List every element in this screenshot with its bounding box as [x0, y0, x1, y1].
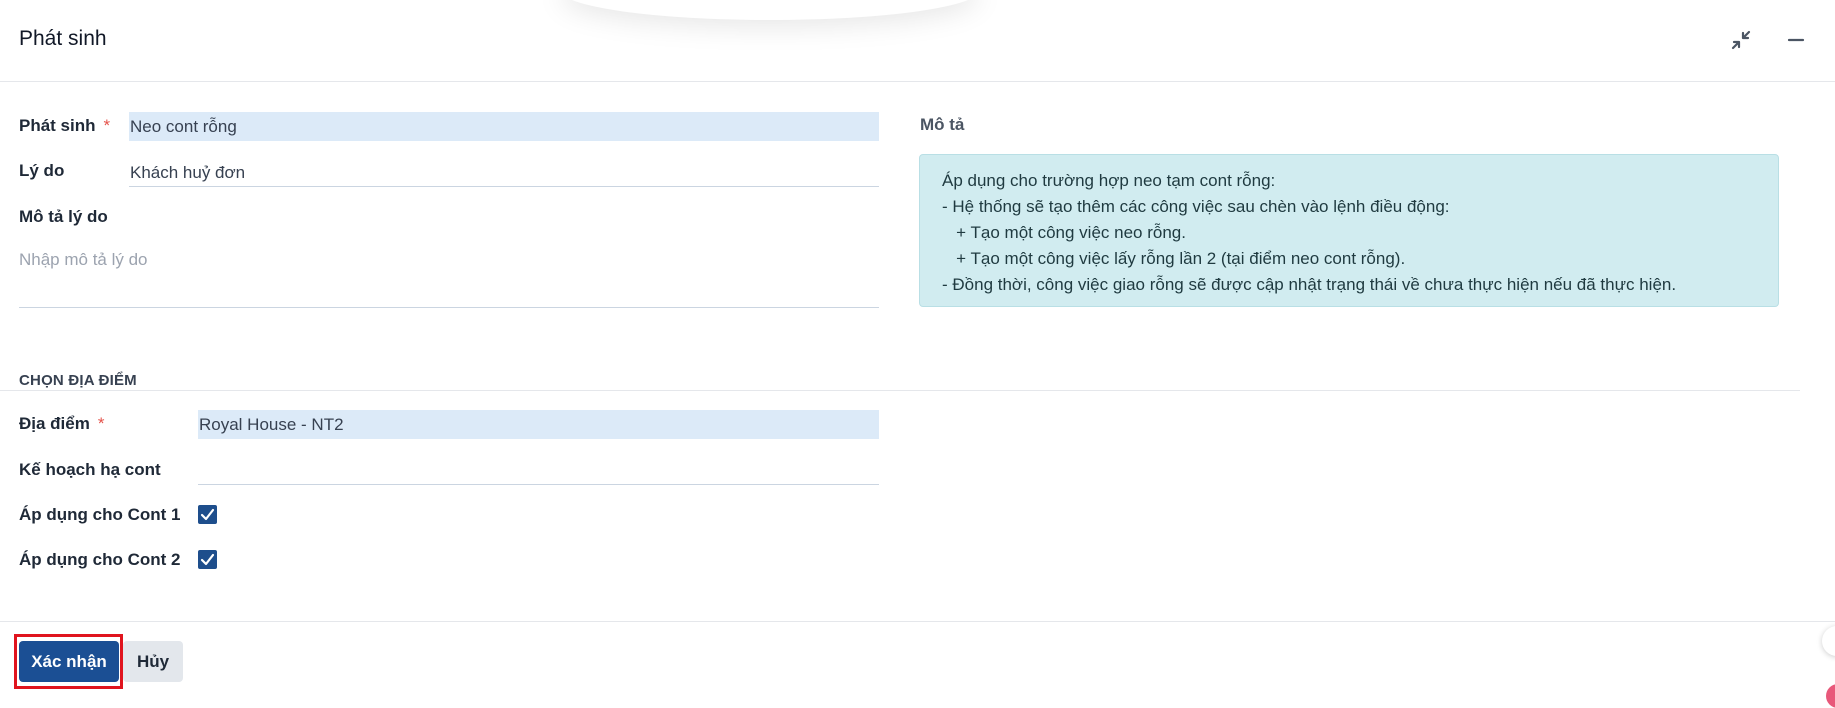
phat-sinh-select[interactable]: [129, 112, 879, 141]
required-marker: *: [97, 414, 105, 433]
floating-chat-bubble[interactable]: [1826, 684, 1835, 708]
checkmark-icon: [200, 508, 215, 521]
ke-hoach-ha-cont-label: Kế hoạch hạ cont: [19, 460, 161, 479]
footer-divider: [0, 621, 1835, 622]
description-info-box: Áp dụng cho trường hợp neo tạm cont rỗng…: [919, 154, 1779, 307]
floating-edge-button[interactable]: [1822, 626, 1835, 656]
description-line: - Hệ thống sẽ tạo thêm các công việc sau…: [942, 197, 1450, 216]
dia-diem-label: Địa điểm *: [19, 414, 105, 433]
dia-diem-select[interactable]: [198, 410, 879, 439]
description-line: + Tạo một công việc neo rỗng.: [942, 223, 1186, 242]
required-marker: *: [103, 116, 111, 135]
description-line: + Tạo một công việc lấy rỗng lần 2 (tại …: [942, 249, 1406, 268]
section-title-location: CHỌN ĐỊA ĐIỂM: [19, 372, 137, 389]
checkmark-icon: [200, 553, 215, 566]
confirm-button[interactable]: Xác nhận: [19, 641, 119, 682]
mo-ta-ly-do-textarea[interactable]: [19, 242, 879, 308]
ly-do-input[interactable]: [129, 158, 879, 187]
section-divider: [0, 390, 1800, 391]
cancel-button[interactable]: Hủy: [123, 641, 183, 682]
cont1-label: Áp dụng cho Cont 1: [19, 505, 181, 524]
phat-sinh-label: Phát sinh *: [19, 116, 111, 135]
collapse-button[interactable]: [1727, 26, 1755, 54]
cont1-checkbox[interactable]: [198, 505, 217, 524]
minimize-button[interactable]: [1782, 26, 1810, 54]
description-line: - Đồng thời, công việc giao rỗng sẽ được…: [942, 275, 1677, 294]
mo-ta-ly-do-label: Mô tả lý do: [19, 207, 108, 226]
dialog-title: Phát sinh: [19, 27, 107, 50]
ly-do-label: Lý do: [19, 161, 65, 180]
cont2-checkbox[interactable]: [198, 550, 217, 569]
dialog-header: Phát sinh: [0, 0, 1835, 82]
collapse-arrows-icon: [1731, 30, 1751, 50]
description-line: Áp dụng cho trường hợp neo tạm cont rỗng…: [942, 171, 1276, 190]
description-label: Mô tả: [920, 115, 965, 134]
minimize-icon: [1787, 38, 1805, 42]
ke-hoach-ha-cont-input[interactable]: [198, 456, 879, 485]
cont2-label: Áp dụng cho Cont 2: [19, 550, 181, 569]
